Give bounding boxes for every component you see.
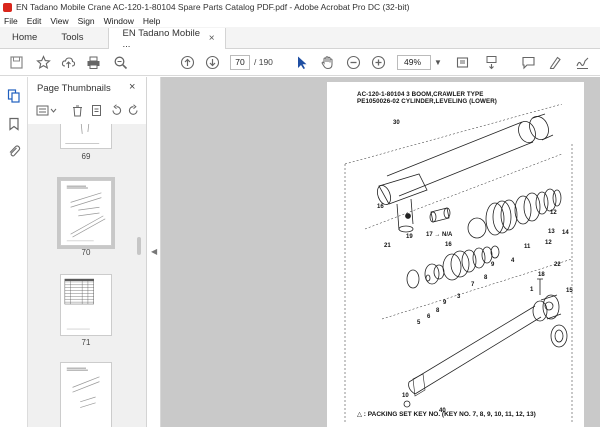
toolbar: 70 / 190 49% ▼	[0, 49, 600, 76]
tab-home[interactable]: Home	[0, 27, 49, 48]
callout-12a: 12	[550, 210, 557, 216]
callout-16b: 16	[445, 242, 452, 248]
callout-15: 15	[566, 288, 573, 294]
close-icon[interactable]: ×	[129, 81, 135, 93]
title-bar: EN Tadano Mobile Crane AC-120-1-80104 Sp…	[0, 0, 600, 14]
page-thumbnails-icon[interactable]	[7, 89, 21, 103]
comment-icon[interactable]	[521, 55, 536, 70]
page-thumbnails-panel: Page Thumbnails × 69 70 71	[28, 77, 147, 427]
callout-14: 14	[562, 230, 569, 236]
panel-title: Page Thumbnails	[37, 83, 111, 94]
callout-21: 21	[384, 243, 391, 249]
thumbnail-page-72[interactable]	[60, 362, 112, 427]
page-heading-line1: AC-120-1-80104 3 BOOM,CRAWLER TYPE	[357, 91, 484, 98]
callout-6: 6	[427, 314, 431, 320]
find-icon[interactable]	[113, 55, 128, 70]
menu-bar: File Edit View Sign Window Help	[0, 14, 600, 27]
menu-view[interactable]: View	[50, 16, 68, 26]
zoom-level-input[interactable]: 49%	[397, 55, 431, 70]
star-icon[interactable]	[36, 55, 51, 70]
menu-window[interactable]: Window	[104, 16, 134, 26]
menu-help[interactable]: Help	[143, 16, 160, 26]
thumbnail-label: 70	[81, 248, 91, 257]
callout-10: 10	[402, 393, 409, 399]
callout-9b: 9	[443, 300, 447, 306]
hand-icon[interactable]	[320, 55, 335, 70]
callout-17: 17 → N/A	[426, 232, 453, 238]
panel-toolbar	[28, 100, 146, 122]
callout-5: 5	[417, 320, 421, 326]
upload-icon[interactable]	[61, 55, 76, 70]
menu-sign[interactable]: Sign	[78, 16, 95, 26]
prev-page-icon[interactable]	[180, 55, 195, 70]
options-menu-icon[interactable]	[36, 104, 58, 117]
callout-7: 7	[471, 282, 475, 288]
left-rail	[0, 77, 28, 427]
rotate-right-icon[interactable]	[127, 104, 140, 117]
zoom-out-icon[interactable]	[346, 55, 361, 70]
delete-page-icon[interactable]	[71, 104, 84, 117]
insert-page-icon[interactable]	[90, 104, 103, 117]
callout-4: 4	[511, 258, 515, 264]
callout-19: 19	[406, 234, 413, 240]
menu-file[interactable]: File	[4, 16, 18, 26]
thumbnail-label: 69	[81, 152, 91, 161]
tab-document-label: EN Tadano Mobile ...	[122, 27, 200, 50]
callout-11: 11	[524, 244, 531, 250]
callout-13: 13	[548, 229, 555, 235]
callout-30: 30	[393, 120, 400, 126]
tab-tools[interactable]: Tools	[49, 27, 95, 48]
callout-16a: 16	[377, 204, 384, 210]
document-page: AC-120-1-80104 3 BOOM,CRAWLER TYPE PE105…	[327, 82, 584, 427]
parts-diagram	[344, 104, 573, 424]
thumbnail-page-71[interactable]	[60, 274, 112, 336]
rotate-left-icon[interactable]	[110, 104, 123, 117]
thumbnail-page-69[interactable]	[60, 124, 112, 149]
select-icon[interactable]	[294, 55, 309, 70]
fit-page-icon[interactable]	[455, 55, 470, 70]
close-tab-icon[interactable]: ×	[209, 33, 215, 44]
bookmark-icon[interactable]	[7, 117, 21, 131]
chevron-down-icon[interactable]: ▼	[434, 55, 442, 70]
sign-icon[interactable]	[575, 55, 590, 70]
callout-12b: 12	[545, 240, 552, 246]
attachment-icon[interactable]	[7, 144, 21, 158]
page-footer-note: △ : PACKING SET KEY NO. (KEY NO. 7, 8, 9…	[357, 411, 536, 418]
tab-bar: Home Tools EN Tadano Mobile ... ×	[0, 27, 600, 50]
scroll-mode-icon[interactable]	[484, 55, 499, 70]
callout-9a: 9	[491, 262, 495, 268]
tab-document[interactable]: EN Tadano Mobile ... ×	[107, 27, 226, 50]
callout-22: 22	[554, 262, 561, 268]
callout-1: 1	[530, 287, 534, 293]
callout-8b: 8	[436, 308, 440, 314]
collapse-arrow-icon[interactable]: ◀	[151, 247, 157, 256]
menu-edit[interactable]: Edit	[27, 16, 42, 26]
print-icon[interactable]	[86, 55, 101, 70]
callout-3: 3	[457, 294, 461, 300]
highlight-icon[interactable]	[548, 55, 563, 70]
zoom-in-icon[interactable]	[371, 55, 386, 70]
page-number-input[interactable]: 70	[230, 55, 250, 70]
window-title: EN Tadano Mobile Crane AC-120-1-80104 Sp…	[16, 2, 410, 12]
thumbnails-list: 69 70 71	[28, 124, 146, 427]
thumbnail-page-70[interactable]	[57, 177, 115, 249]
acrobat-icon	[3, 2, 12, 12]
panel-splitter[interactable]: ◀	[147, 77, 161, 427]
page-total: / 190	[254, 57, 273, 67]
save-icon[interactable]	[9, 55, 24, 70]
scrollbar-thumb[interactable]	[137, 237, 141, 255]
callout-18: 18	[538, 272, 545, 278]
thumbnail-label: 71	[81, 338, 91, 347]
next-page-icon[interactable]	[205, 55, 220, 70]
callout-8a: 8	[484, 275, 488, 281]
